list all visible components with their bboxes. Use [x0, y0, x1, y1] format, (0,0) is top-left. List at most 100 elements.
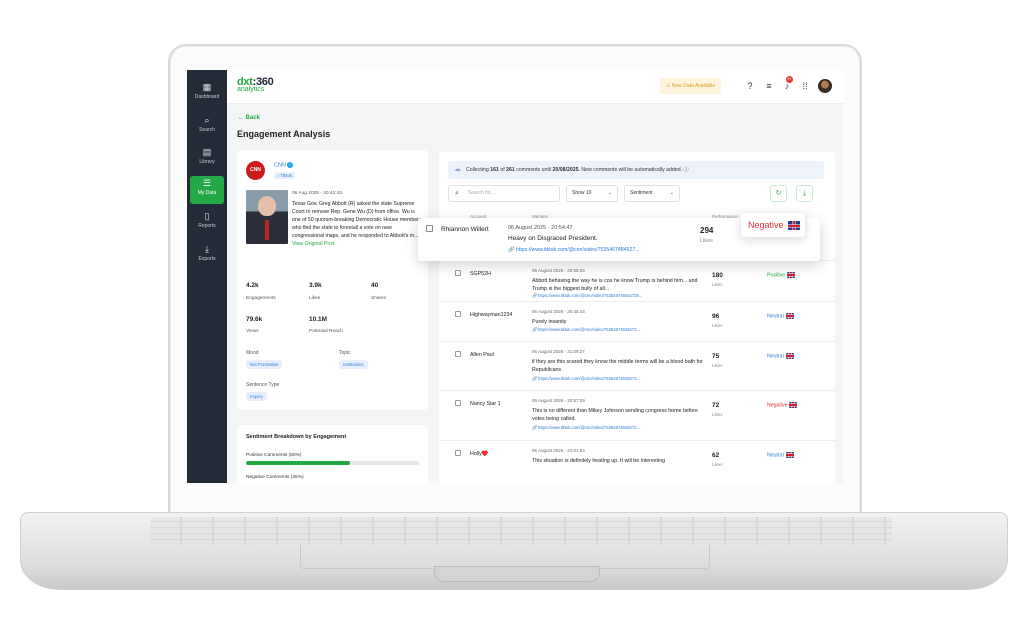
new-data-label: New Data Available	[671, 83, 716, 89]
link-icon: 🔗	[532, 327, 538, 332]
row-likes-label: Likes	[700, 238, 713, 244]
row-likes-count: 62	[712, 452, 720, 459]
uk-flag-icon	[785, 353, 794, 359]
row-checkbox[interactable]	[455, 311, 461, 317]
sidebar-item-my-data[interactable]: ☰ My Data	[190, 176, 224, 204]
stat-likes-label: Likes	[309, 296, 321, 301]
sidebar-item-label: My Data	[197, 190, 217, 196]
verified-icon: ✓	[287, 162, 294, 168]
sidebar-item-library[interactable]: ▤ Library	[190, 145, 224, 173]
table-row[interactable]: SGP52H 06 August 2025 - 20:55:33 Abbott …	[439, 260, 835, 301]
post-card: CNN CNN ✓ ♪ Tiktok 06 Aug 2025 - 20:42:4…	[237, 150, 428, 410]
link-icon: 🔗	[508, 247, 515, 253]
row-url[interactable]: https://www.tiktok.com/@cnn/video/753546…	[538, 425, 640, 430]
row-checkbox[interactable]	[455, 400, 461, 406]
row-url[interactable]: https://www.tiktok.com/@cnn/video/753546…	[516, 247, 640, 253]
laptop-keyboard	[150, 517, 892, 545]
sidebar-item-label: Library	[199, 159, 215, 165]
row-author: Nancy Star 1	[470, 401, 501, 407]
grid-icon: ▦	[202, 82, 212, 92]
row-checkbox[interactable]	[455, 270, 461, 276]
row-date: 06 August 2025 - 21:01:53	[532, 448, 585, 453]
row-author: SGP52H	[470, 271, 491, 277]
cloud-icon: ☁	[454, 166, 461, 173]
account-name[interactable]: CNN ✓	[274, 162, 294, 169]
list-icon: ☰	[202, 178, 212, 188]
stat-engagements-value: 4.2k	[246, 282, 259, 289]
stat-likes-value: 3.9k	[309, 282, 322, 289]
stat-views-value: 79.6k	[246, 316, 263, 323]
sentiment-card: Sentiment Breakdown by Engagement Positi…	[237, 425, 428, 483]
table-row[interactable]: Highwayman1234 06 August 2025 - 20:45:43…	[439, 301, 835, 341]
table-row[interactable]: Allen Paul 06 August 2025 - 21:09:27 if …	[439, 341, 835, 390]
sentiment-label: Neutral	[767, 353, 784, 360]
show-count-select[interactable]: Show 10 ⌄	[566, 185, 618, 202]
positive-bar	[246, 461, 419, 465]
search-icon: ⌕	[204, 115, 210, 125]
platform-badge: ♪ Tiktok	[274, 172, 296, 179]
search-input[interactable]: ⌕ Search for...	[448, 185, 560, 202]
uk-flag-icon	[785, 452, 794, 458]
sidebar-item-label: Dashboard	[194, 94, 220, 100]
uk-flag-icon	[785, 313, 794, 319]
back-label: Back	[245, 115, 261, 121]
sidebar-item-search[interactable]: ⌕ Search	[190, 113, 224, 141]
search-icon: ⌕	[455, 190, 459, 197]
sentiment-title: Sentiment Breakdown by Engagement	[246, 434, 347, 440]
row-checkbox[interactable]	[426, 225, 433, 232]
account-label: CNN	[274, 162, 286, 169]
source-logo: CNN	[246, 161, 265, 180]
row-author: Highwayman1234	[470, 312, 513, 318]
app-logo[interactable]: dxt:360 analytics	[237, 76, 274, 93]
row-url[interactable]: https://www.tiktok.com/@cnn/video/753546…	[538, 327, 640, 332]
info-icon[interactable]: ⓘ	[683, 167, 688, 173]
help-icon[interactable]: ?	[744, 80, 756, 92]
download-button[interactable]: ⤓	[796, 185, 813, 202]
apps-grid-icon[interactable]: ⁞⁞	[799, 80, 811, 92]
negative-sentiment-chip: Negative	[741, 213, 805, 237]
avatar[interactable]	[818, 79, 832, 93]
row-text: Purely insanity	[532, 319, 567, 325]
collecting-banner: ☁ Collecting 161 of 261 comments until 2…	[448, 161, 824, 179]
chevron-down-icon: ⌄	[669, 190, 674, 196]
row-author: Allen Paul	[470, 352, 494, 358]
refresh-button[interactable]: ↻	[770, 185, 787, 202]
row-author: Rhiannon Willert	[441, 226, 489, 233]
warning-icon: ⚠	[666, 83, 671, 89]
row-text: This is no different than Mikey Johnson …	[532, 408, 698, 422]
clipboard-icon: ▤	[202, 147, 212, 157]
row-likes-label: Likes	[712, 282, 723, 287]
post-date: 06 Aug 2025 - 20:42:43	[292, 191, 342, 196]
sidebar-item-reports[interactable]: ▯ Reports	[190, 209, 224, 237]
topic-tag: Institutions	[339, 360, 368, 369]
comments-panel: ☁ Collecting 161 of 261 comments until 2…	[439, 152, 835, 483]
row-checkbox[interactable]	[455, 450, 461, 456]
top-bar: dxt:360 analytics ⚠ New Data Available ?…	[227, 70, 843, 104]
table-row[interactable]: Nancy Star 1 06 August 2025 - 20:57:29 T…	[439, 390, 835, 440]
page-title: Engagement Analysis	[237, 129, 331, 139]
row-likes-count: 180	[712, 272, 723, 279]
sidebar-item-label: Search	[199, 127, 215, 133]
laptop-notch	[434, 566, 600, 582]
table-row[interactable]: Holly♥️ 06 August 2025 - 21:01:53 This s…	[439, 440, 835, 483]
row-checkbox[interactable]	[455, 351, 461, 357]
row-sentiment: Negative	[767, 402, 798, 408]
sidebar-item-dashboard[interactable]: ▦ Dashboard	[190, 80, 224, 108]
back-link[interactable]: ← Back	[238, 115, 260, 121]
sidebar-item-exports[interactable]: ⤓ Exports	[190, 242, 224, 270]
collect-suffix: New comments will be automatically added…	[579, 167, 683, 173]
row-likes-label: Likes	[712, 363, 723, 368]
row-url[interactable]: https://www.tiktok.com/@cnn/video/753546…	[538, 376, 640, 381]
sentiment-select[interactable]: Sentiment ⌄	[624, 185, 680, 202]
database-icon[interactable]: ≡	[763, 80, 775, 92]
sentence-type-tag: Inquiry	[246, 392, 267, 401]
chevron-down-icon: ⌄	[607, 190, 612, 196]
positive-bar-fill	[246, 461, 350, 465]
row-url[interactable]: https://www.tiktok.com/@cnn/video/753546…	[538, 293, 642, 298]
view-original-link[interactable]: View Original Post	[292, 241, 334, 247]
row-likes-count: 75	[712, 353, 720, 360]
new-data-badge[interactable]: ⚠ New Data Available	[660, 78, 722, 94]
notification-badge: 9+	[786, 76, 793, 83]
post-thumbnail[interactable]	[246, 190, 288, 244]
until-date: 20/08/2025.	[552, 167, 580, 173]
